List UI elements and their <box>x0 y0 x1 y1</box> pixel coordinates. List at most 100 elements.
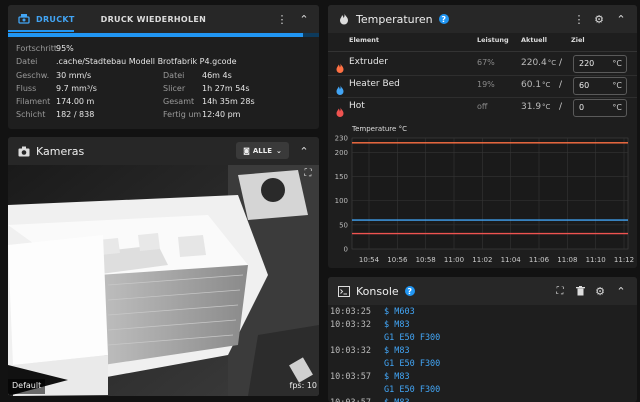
status-panel: DRUCKT DRUCK WIEDERHOLEN ⋮ ⌃ Fortschritt… <box>8 5 319 129</box>
console-title: Konsole <box>356 284 399 298</box>
y-tick-label: 150 <box>335 173 348 181</box>
x-tick-label: 11:10 <box>586 256 606 264</box>
table-divider <box>328 51 637 52</box>
chevron-up-icon[interactable]: ⌃ <box>613 283 629 299</box>
eta-value: 12:40 pm <box>202 110 241 119</box>
camera-panel: Kameras ◙ ALLE ⌄ ⌃ Default fps: 10 ⛶ <box>8 137 319 396</box>
y-tick-label: 50 <box>339 221 348 229</box>
x-tick-label: 11:06 <box>529 256 550 264</box>
flow-label: Fluss <box>16 84 37 93</box>
help-icon[interactable]: ? <box>404 286 415 296</box>
heater-name[interactable]: Heater Bed <box>349 79 400 89</box>
y-tick-label: 100 <box>335 197 348 205</box>
heater-name[interactable]: Extruder <box>349 57 388 67</box>
x-tick-label: 11:02 <box>472 256 492 264</box>
chevron-down-icon: ⌄ <box>276 146 282 155</box>
heater-icon <box>336 80 344 95</box>
camera-filter-button[interactable]: ◙ ALLE ⌄ <box>236 142 289 159</box>
printer-icon <box>16 11 32 27</box>
gear-icon[interactable]: ⚙ <box>591 11 607 27</box>
trash-icon[interactable] <box>572 283 588 299</box>
slicer-value: 1h 27m 54s <box>202 84 250 93</box>
heater-name[interactable]: Hot <box>349 101 365 111</box>
col-power: Leistung <box>477 36 509 44</box>
tab-reprint[interactable]: DRUCK WIEDERHOLEN <box>101 15 207 24</box>
heater-target-unit: °C <box>612 59 622 68</box>
x-tick-label: 11:04 <box>501 256 522 264</box>
chevron-up-icon[interactable]: ⌃ <box>296 143 312 159</box>
slicer-label: Slicer <box>163 84 186 93</box>
heater-slash: / <box>559 102 563 112</box>
filament-value: 174.00 m <box>56 97 95 106</box>
heater-target-input[interactable]: 0 °C <box>573 99 627 117</box>
console-panel: Konsole ? ⛶ ⚙ ⌃ 10:03:25 $ M603 10:03:32 $ … <box>328 277 637 402</box>
console-response: G1 E50 F300 <box>384 385 441 395</box>
more-vert-icon[interactable]: ⋮ <box>571 11 587 27</box>
temperature-title: Temperaturen <box>356 12 433 26</box>
console-timestamp: 10:03:32 <box>330 320 371 330</box>
heater-power: 67% <box>477 58 495 67</box>
fullscreen-icon[interactable]: ⛶ <box>300 165 316 181</box>
heater-actual: 220.4°C <box>521 58 557 68</box>
y-tick-label: 200 <box>335 149 348 157</box>
console-command: $ M603 <box>384 307 415 317</box>
heater-actual: 31.9°C <box>521 102 551 112</box>
console-output[interactable]: 10:03:25 $ M603 10:03:32 $ M83 G1 E50 F300 10… <box>328 305 637 402</box>
console-command: $ M83 <box>384 346 410 356</box>
more-vert-icon[interactable]: ⋮ <box>274 11 290 27</box>
heater-target-input[interactable]: 220 °C <box>573 55 627 73</box>
layer-label: Schicht <box>16 110 46 119</box>
x-tick-label: 10:56 <box>387 256 408 264</box>
terminal-icon <box>336 283 352 299</box>
camera-filter-label: ALLE <box>252 146 273 155</box>
console-timestamp: 10:03:32 <box>330 346 371 356</box>
heater-power: off <box>477 102 488 111</box>
fullscreen-icon[interactable]: ⛶ <box>552 283 568 299</box>
heater-slash: / <box>559 80 563 90</box>
total-value: 14h 35m 28s <box>202 97 255 106</box>
chevron-up-icon[interactable]: ⌃ <box>296 11 312 27</box>
heater-target-unit: °C <box>612 103 622 112</box>
heater-icon <box>336 102 344 117</box>
console-timestamp: 10:03:25 <box>330 307 371 317</box>
heater-actual-unit: °C <box>547 59 557 67</box>
progress-fill <box>8 33 304 37</box>
gear-icon[interactable]: ⚙ <box>592 283 608 299</box>
heater-actual-unit: °C <box>542 103 551 111</box>
heater-actual: 60.1°C <box>521 80 551 90</box>
heater-target-value: 220 <box>579 59 595 68</box>
eta-label: Fertig um <box>163 110 202 119</box>
chart-plot-area <box>351 137 629 250</box>
camera-feed: Default fps: 10 ⛶ <box>8 165 319 396</box>
help-icon[interactable]: ? <box>438 14 449 24</box>
y-tick-label: 0 <box>344 246 348 254</box>
tab-printing[interactable]: DRUCKT <box>36 15 75 24</box>
y-tick-label: 230 <box>335 135 348 143</box>
console-response: G1 E50 F300 <box>384 359 441 369</box>
console-command: $ M83 <box>384 320 410 330</box>
flow-value: 9.7 mm³/s <box>56 84 97 93</box>
console-timestamp: 10:03:57 <box>330 372 371 382</box>
layer-value: 182 / 838 <box>56 110 95 119</box>
heater-power: 19% <box>477 80 495 89</box>
heater-actual-unit: °C <box>542 81 551 89</box>
speed-label: Geschw. <box>16 71 50 80</box>
camera-small-icon: ◙ <box>243 146 250 155</box>
heater-target-unit: °C <box>612 81 622 90</box>
total-label: Gesamt <box>163 97 195 106</box>
tab-underline <box>8 30 74 32</box>
camera-name-overlay: Default <box>8 379 46 394</box>
file-label: Datei <box>16 57 38 66</box>
col-element: Element <box>349 36 379 44</box>
console-response: G1 E50 F300 <box>384 333 441 343</box>
console-command: $ M83 <box>384 372 410 382</box>
fps-overlay: fps: 10 <box>289 381 317 390</box>
row-divider <box>328 75 637 76</box>
chevron-up-icon[interactable]: ⌃ <box>613 11 629 27</box>
heater-target-input[interactable]: 60 °C <box>573 77 627 95</box>
temperature-panel: Temperaturen ? ⋮ ⚙ ⌃ Element Leistung Ak… <box>328 5 637 268</box>
camera-icon <box>16 143 32 159</box>
fire-icon <box>336 11 352 27</box>
progress-label: Fortschritt <box>16 44 58 53</box>
temperature-chart: 0 50 100 150 200 230 10:54 10:56 10:58 11:00 11:02… <box>335 135 634 265</box>
